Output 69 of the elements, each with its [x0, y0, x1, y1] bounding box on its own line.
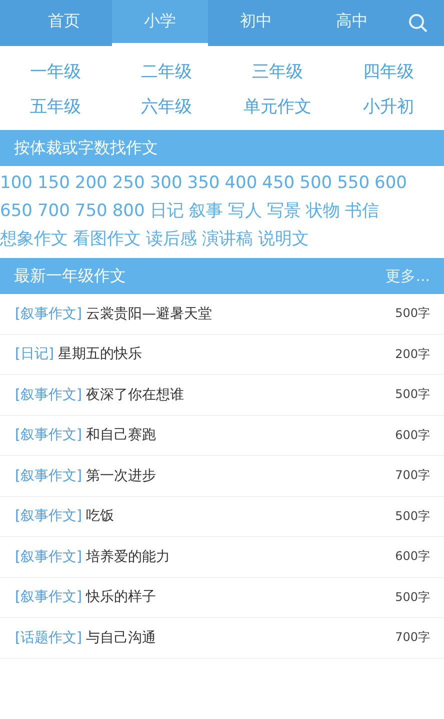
essay-title-link[interactable]: 云裳贵阳—避暑天堂	[86, 304, 212, 323]
word-count-link[interactable]: 500	[300, 170, 332, 196]
essay-title-link[interactable]: 第一次进步	[86, 466, 156, 485]
category-link[interactable]: [叙事作文]	[15, 588, 82, 606]
section-title: 按体裁或字数找作文	[14, 138, 158, 158]
genre-link[interactable]: 叙事	[188, 198, 223, 224]
genre-link[interactable]: 说明文	[258, 226, 309, 252]
essay-title-link[interactable]: 和自己赛跑	[86, 426, 156, 444]
word-count-link[interactable]: 300	[150, 170, 182, 196]
category-link[interactable]: [叙事作文]	[15, 466, 82, 485]
word-count: 600字	[395, 426, 430, 444]
word-count-link[interactable]: 800	[112, 198, 145, 224]
category-link[interactable]: [叙事作文]	[15, 386, 82, 404]
essay-title-link[interactable]: 吃饭	[86, 507, 114, 526]
genre-link[interactable]: 看图作文	[73, 226, 141, 252]
word-count: 500字	[395, 386, 430, 404]
word-count: 700字	[395, 467, 430, 484]
grade-link[interactable]: 六年级	[141, 95, 192, 118]
genre-link[interactable]: 想象作文	[0, 226, 68, 252]
word-count: 200字	[395, 346, 430, 363]
word-count-link[interactable]: 450	[262, 170, 295, 196]
grade-link[interactable]: 四年级	[363, 60, 414, 83]
genre-link[interactable]: 读后感	[146, 226, 197, 252]
category-link[interactable]: [叙事作文]	[15, 507, 82, 526]
word-count-link[interactable]: 750	[74, 198, 108, 224]
essay-title-link[interactable]: 培养爱的能力	[86, 548, 170, 566]
word-count-link[interactable]: 200	[74, 170, 108, 196]
genre-link[interactable]: 演讲稿	[202, 226, 253, 252]
nav-tab[interactable]: 初中	[208, 0, 304, 46]
section-title: 最新一年级作文	[14, 266, 126, 286]
grade-link[interactable]: 单元作文	[244, 95, 312, 118]
word-count: 500字	[395, 588, 430, 606]
genre-link[interactable]: 日记	[150, 198, 184, 224]
grade-link[interactable]: 一年级	[30, 60, 81, 83]
category-link[interactable]: [叙事作文]	[15, 426, 82, 444]
category-link[interactable]: [话题作文]	[15, 628, 82, 647]
word-count-link[interactable]: 650	[0, 198, 32, 224]
category-link[interactable]: [叙事作文]	[15, 548, 82, 566]
essay-title-link[interactable]: 与自己沟通	[86, 628, 156, 647]
word-count: 600字	[395, 548, 430, 566]
genre-link[interactable]: 写景	[266, 198, 301, 224]
grade-link[interactable]: 三年级	[252, 60, 303, 83]
word-count: 500字	[395, 305, 430, 322]
category-link[interactable]: [日记]	[15, 345, 54, 364]
word-count-link[interactable]: 150	[37, 170, 70, 196]
word-count-link[interactable]: 700	[37, 198, 70, 224]
word-count-link[interactable]: 600	[374, 170, 407, 196]
genre-link[interactable]: 书信	[344, 198, 379, 224]
word-count: 500字	[395, 508, 430, 525]
essay-title-link[interactable]: 夜深了你在想谁	[86, 386, 184, 404]
nav-tab[interactable]: 高中	[304, 0, 400, 46]
word-count-link[interactable]: 350	[187, 170, 220, 196]
word-count: 700字	[395, 629, 430, 646]
word-count-link[interactable]: 250	[112, 170, 145, 196]
genre-link[interactable]: 写人	[228, 198, 262, 224]
search-icon	[408, 13, 428, 33]
category-link[interactable]: [叙事作文]	[15, 304, 82, 323]
more-link[interactable]: 更多...	[386, 266, 430, 286]
grade-link[interactable]: 五年级	[30, 95, 81, 118]
essay-title-link[interactable]: 快乐的样子	[86, 588, 156, 606]
word-count-link[interactable]: 100	[0, 170, 32, 196]
grade-link[interactable]: 小升初	[363, 95, 414, 118]
word-count-link[interactable]: 400	[224, 170, 258, 196]
grade-link[interactable]: 二年级	[141, 60, 192, 83]
genre-link[interactable]: 状物	[306, 198, 340, 224]
word-count-link[interactable]: 550	[337, 170, 370, 196]
nav-tab[interactable]: 小学	[112, 0, 208, 46]
essay-title-link[interactable]: 星期五的快乐	[58, 345, 142, 364]
nav-tab[interactable]: 首页	[16, 0, 112, 46]
